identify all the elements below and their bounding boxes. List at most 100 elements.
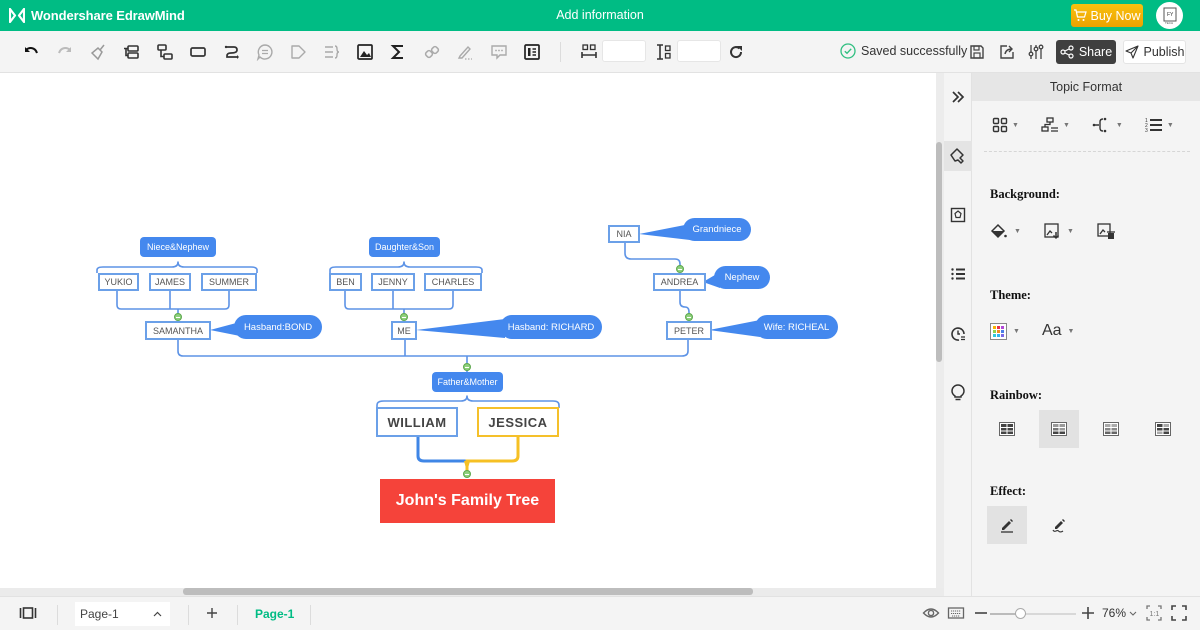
mind-map-canvas[interactable]: Niece&Nephew Daughter&Son Father&Mother … — [0, 73, 936, 588]
topic-me[interactable]: ME — [391, 321, 417, 340]
collapse-toggle-root[interactable] — [463, 470, 471, 478]
rainbow-option-1[interactable] — [987, 410, 1027, 448]
publish-button[interactable]: Publish — [1123, 40, 1186, 64]
rainbow-option-3[interactable] — [1091, 410, 1131, 448]
callout-husband-richard[interactable]: Hasband: RICHARD — [500, 315, 602, 339]
topic-summer[interactable]: SUMMER — [201, 273, 257, 291]
reset-size-button[interactable] — [725, 41, 747, 63]
actual-size-button[interactable]: 1:1 — [1143, 602, 1165, 624]
add-subtopic-button[interactable] — [154, 41, 176, 63]
group-label-daughter-son[interactable]: Daughter&Son — [369, 237, 440, 257]
topic-william[interactable]: WILLIAM — [376, 407, 458, 437]
hyperlink-button[interactable] — [421, 41, 443, 63]
page-select-dropdown[interactable]: Page-1 — [75, 602, 170, 626]
settings-button[interactable] — [1025, 41, 1047, 63]
preview-button[interactable] — [920, 602, 942, 624]
zoom-in-button[interactable] — [1077, 602, 1099, 624]
background-options: ▼ ▼ — [990, 222, 1116, 240]
keyboard-shortcuts-button[interactable] — [945, 602, 967, 624]
side-tab-topic-format[interactable] — [944, 141, 972, 171]
image-button[interactable] — [354, 41, 376, 63]
topic-andrea[interactable]: ANDREA — [653, 273, 706, 291]
add-subtopic-icon — [157, 44, 173, 60]
topic-yukio[interactable]: YUKIO — [98, 273, 139, 291]
collapse-toggle-samantha[interactable] — [174, 313, 182, 321]
connector-style-dropdown[interactable]: ▼ — [1092, 117, 1123, 133]
share-button[interactable]: Share — [1056, 40, 1116, 64]
save-button[interactable] — [966, 41, 988, 63]
horizontal-scrollbar-thumb[interactable] — [183, 588, 753, 595]
fullscreen-button[interactable] — [1168, 602, 1190, 624]
add-page-button[interactable] — [201, 602, 223, 624]
zoom-out-button[interactable] — [970, 602, 992, 624]
zoom-slider-knob[interactable] — [1015, 608, 1027, 619]
edrawmind-app: Wondershare EdrawMind Add information Bu… — [0, 0, 1200, 630]
topic-jenny[interactable]: JENNY — [371, 273, 415, 291]
layout-hierarchy-dropdown[interactable]: ▼ — [1041, 117, 1070, 133]
topic-james[interactable]: JAMES — [149, 273, 191, 291]
callout-button[interactable] — [254, 41, 276, 63]
plus-icon — [207, 608, 217, 618]
topic-nia[interactable]: NIA — [608, 225, 640, 243]
root-topic[interactable]: John's Family Tree — [380, 479, 555, 523]
eye-icon — [922, 608, 940, 618]
summary-button[interactable] — [321, 41, 343, 63]
topic-peter[interactable]: PETER — [666, 321, 712, 340]
rainbow-option-2[interactable] — [1039, 410, 1079, 448]
org-chart-icon — [1041, 117, 1058, 132]
relationship-button[interactable] — [221, 41, 243, 63]
remove-background-button[interactable] — [1096, 222, 1116, 240]
note-button[interactable] — [454, 41, 476, 63]
page-tab-1[interactable]: Page-1 — [255, 607, 294, 621]
side-tab-clipart[interactable] — [944, 200, 972, 230]
zoom-slider[interactable] — [990, 608, 1076, 619]
callout-husband-bond[interactable]: Hasband:BOND — [234, 315, 322, 339]
outline-button[interactable] — [521, 41, 543, 63]
effect-normal-button[interactable] — [987, 506, 1027, 544]
topic-samantha[interactable]: SAMANTHA — [145, 321, 211, 340]
background-color-dropdown[interactable]: ▼ — [990, 222, 1021, 240]
group-label-niece-nephew[interactable]: Niece&Nephew — [140, 237, 216, 257]
buy-now-button[interactable]: Buy Now — [1071, 4, 1143, 27]
numbering-dropdown[interactable]: 123 ▼ — [1145, 117, 1174, 133]
redo-button[interactable] — [54, 41, 76, 63]
topic-charles[interactable]: CHARLES — [424, 273, 482, 291]
topic-ben[interactable]: BEN — [329, 273, 362, 291]
add-topic-button[interactable] — [120, 41, 142, 63]
export-button[interactable] — [996, 41, 1018, 63]
group-label-father-mother[interactable]: Father&Mother — [432, 372, 503, 392]
rainbow-option-4[interactable] — [1143, 410, 1183, 448]
topic-width-input[interactable] — [602, 40, 646, 62]
collapse-toggle-father-mother[interactable] — [463, 363, 471, 371]
callout-grandniece[interactable]: Grandniece — [683, 218, 751, 241]
background-image-dropdown[interactable]: ▼ — [1043, 222, 1074, 240]
width-icon-button — [578, 41, 600, 63]
boundary-button[interactable] — [287, 41, 309, 63]
topic-jessica[interactable]: JESSICA — [477, 407, 559, 437]
collapse-toggle-andrea[interactable] — [676, 265, 684, 273]
collapse-toggle-peter[interactable] — [685, 313, 693, 321]
collapse-toggle-me[interactable] — [400, 313, 408, 321]
side-tab-history[interactable] — [944, 319, 972, 349]
user-avatar[interactable]: FY TECH — [1156, 2, 1183, 29]
main-toolbar: Saved successfully Share Publish — [0, 31, 1200, 73]
callout-wife-richeal[interactable]: Wife: RICHEAL — [755, 315, 838, 339]
rainbow-style-1-icon — [999, 422, 1015, 436]
undo-button[interactable] — [20, 41, 42, 63]
theme-font-dropdown[interactable]: Aa ▼ — [1042, 322, 1075, 340]
collapse-panel-button[interactable] — [944, 82, 972, 112]
page-view-button[interactable] — [17, 602, 39, 624]
side-tab-tips[interactable] — [944, 378, 972, 408]
effect-hand-drawn-button[interactable] — [1039, 506, 1079, 544]
comment-button[interactable] — [488, 41, 510, 63]
callout-nephew[interactable]: Nephew — [714, 266, 770, 289]
layout-structure-dropdown[interactable]: ▼ — [992, 117, 1019, 133]
zoom-level-dropdown[interactable]: 76% — [1102, 606, 1137, 620]
side-tab-outline[interactable] — [944, 259, 972, 289]
vertical-scrollbar-thumb[interactable] — [936, 142, 942, 362]
format-painter-button[interactable] — [87, 41, 109, 63]
topic-height-input[interactable] — [677, 40, 721, 62]
floating-topic-button[interactable] — [187, 41, 209, 63]
formula-button[interactable] — [387, 41, 409, 63]
theme-color-dropdown[interactable]: ▼ — [990, 322, 1020, 340]
